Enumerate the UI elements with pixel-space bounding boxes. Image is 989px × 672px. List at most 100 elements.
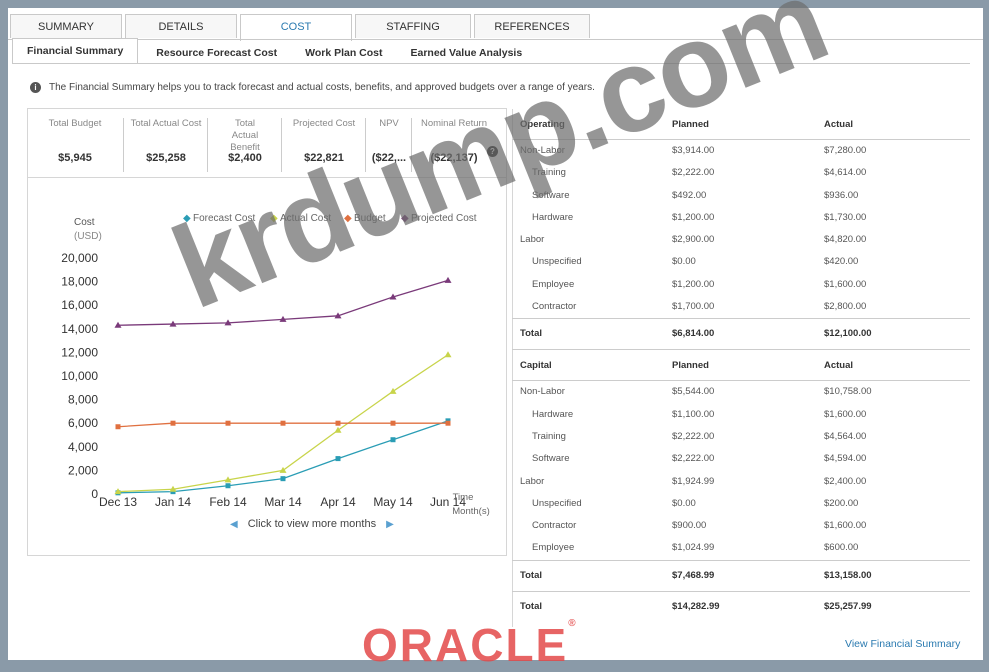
- y-tick-label: 18,000: [61, 275, 98, 289]
- kpi-value: $5,945: [58, 152, 92, 164]
- table-row: Hardware $1,100.00 $1,600.00: [512, 404, 970, 426]
- row-planned: $1,024.99: [672, 542, 715, 554]
- sub-tabs: Financial Summary Resource Forecast Cost…: [12, 38, 537, 64]
- row-planned: $1,924.99: [672, 475, 715, 487]
- x-tick-label: Mar 14: [264, 495, 302, 509]
- subtab-work-plan-cost[interactable]: Work Plan Cost: [291, 42, 396, 64]
- grand-total-actual: $25,257.99: [824, 600, 872, 612]
- row-planned: $0.00: [672, 497, 696, 509]
- data-point: [225, 483, 231, 489]
- info-icon: i: [30, 82, 41, 93]
- tab-details[interactable]: DETAILS: [125, 14, 237, 38]
- row-planned: $1,200.00: [672, 211, 715, 223]
- row-actual: $4,820.00: [824, 234, 867, 246]
- row-planned: $3,914.00: [672, 145, 715, 156]
- subtab-resource-forecast-cost[interactable]: Resource Forecast Cost: [142, 42, 291, 64]
- grand-total-label: Total: [520, 600, 542, 612]
- x-axis-label: Time: [453, 492, 474, 503]
- x-tick-label: Feb 14: [209, 495, 247, 509]
- data-point: [279, 466, 287, 473]
- kpi-label: Projected Cost: [292, 118, 356, 129]
- row-label: Training: [532, 430, 566, 442]
- row-label: Labor: [520, 234, 545, 246]
- row-label: Labor: [520, 475, 545, 487]
- header-cell: Capital: [520, 360, 552, 372]
- row-planned: $2,900.00: [672, 234, 715, 246]
- subtab-earned-value-analysis[interactable]: Earned Value Analysis: [397, 42, 537, 64]
- kpi-total-budget: Total Budget $5,945: [27, 118, 124, 172]
- row-label: Unspecified: [532, 497, 582, 509]
- row-actual: $4,614.00: [824, 167, 867, 179]
- total-planned: $7,468.99: [672, 569, 715, 581]
- total-actual: $12,100.00: [824, 328, 872, 340]
- row-planned: $1,700.00: [672, 301, 715, 313]
- table-row: Contractor $1,700.00 $2,800.00: [512, 296, 970, 318]
- tab-cost[interactable]: COST: [240, 14, 352, 41]
- data-point: [334, 426, 342, 433]
- kpi-label: Total Actual Cost: [130, 118, 202, 129]
- top-tabs: SUMMARY DETAILS COST STAFFING REFERENCES: [10, 14, 593, 41]
- previous-months-arrow-icon[interactable]: ◀: [230, 519, 238, 530]
- y-tick-label: 6,000: [68, 416, 98, 430]
- table-row: Hardware $1,200.00 $1,730.00: [512, 207, 970, 229]
- row-planned: $1,100.00: [672, 408, 715, 420]
- row-actual: $4,564.00: [824, 430, 867, 442]
- financial-table: Operating Planned Actual Non-Labor $3,914…: [512, 109, 970, 620]
- data-point: [390, 437, 396, 443]
- table-row: Unspecified $0.00 $200.00: [512, 493, 970, 515]
- row-label: Employee: [532, 278, 575, 290]
- row-actual: $1,600.00: [824, 408, 867, 420]
- row-planned: $492.00: [672, 189, 707, 201]
- table-row: Labor $1,924.99 $2,400.00: [512, 471, 970, 493]
- row-planned: $1,200.00: [672, 278, 715, 290]
- row-actual: $2,400.00: [824, 475, 867, 487]
- x-tick-label: Dec 13: [99, 495, 137, 509]
- y-tick-label: 2,000: [68, 463, 98, 477]
- y-tick-label: 14,000: [61, 322, 98, 336]
- next-months-arrow-icon[interactable]: ▶: [386, 519, 394, 530]
- row-label: Employee: [532, 542, 575, 554]
- table-row: Employee $1,200.00 $1,600.00: [512, 274, 970, 296]
- row-label: Non-Labor: [520, 386, 565, 398]
- total-label: Total: [520, 328, 542, 340]
- tab-staffing[interactable]: STAFFING: [355, 14, 471, 38]
- tab-summary[interactable]: SUMMARY: [10, 14, 122, 38]
- data-point: [170, 420, 176, 426]
- y-tick-label: 12,000: [61, 345, 98, 359]
- row-label: Hardware: [532, 408, 574, 420]
- data-point: [445, 420, 451, 426]
- row-actual: $7,280.00: [824, 145, 867, 156]
- capital-rows: Non-Labor $5,544.00 $10,758.00 Hardware $1,1…: [512, 381, 970, 559]
- subtab-financial-summary[interactable]: Financial Summary: [12, 38, 139, 64]
- x-tick-label: Apr 14: [320, 495, 356, 509]
- row-actual: $420.00: [824, 256, 859, 268]
- table-row: Non-Labor $5,544.00 $10,758.00: [512, 381, 970, 403]
- table-row: Employee $1,024.99 $600.00: [512, 537, 970, 559]
- capital-header: Capital Planned Actual: [512, 349, 970, 382]
- x-tick-label: Jan 14: [155, 495, 191, 509]
- row-label: Contractor: [532, 301, 577, 313]
- row-planned: $2,222.00: [672, 430, 715, 442]
- data-point: [335, 420, 341, 426]
- data-point: [390, 420, 396, 426]
- oracle-logo: ORACLE®: [362, 618, 578, 671]
- data-point: [444, 351, 452, 358]
- row-planned: $5,544.00: [672, 386, 715, 398]
- view-financial-summary-link[interactable]: View Financial Summary: [845, 638, 960, 650]
- series-line: [117, 420, 449, 494]
- table-row: Contractor $900.00 $1,600.00: [512, 515, 970, 537]
- row-actual: $200.00: [824, 497, 859, 509]
- total-label: Total: [520, 569, 542, 581]
- operating-total-row: Total $6,814.00 $12,100.00: [512, 318, 970, 349]
- data-point: [115, 424, 121, 430]
- row-actual: $2,800.00: [824, 301, 867, 313]
- kpi-value: $25,258: [146, 152, 186, 164]
- row-actual: $1,600.00: [824, 520, 867, 532]
- header-cell: Planned: [672, 360, 709, 372]
- grand-total-row: Total $14,282.99 $25,257.99: [512, 590, 970, 620]
- row-actual: $1,730.00: [824, 211, 867, 223]
- tab-references[interactable]: REFERENCES: [474, 14, 590, 38]
- row-actual: $600.00: [824, 542, 859, 554]
- table-row: Labor $2,900.00 $4,820.00: [512, 229, 970, 251]
- more-months-link[interactable]: Click to view more months: [248, 518, 376, 530]
